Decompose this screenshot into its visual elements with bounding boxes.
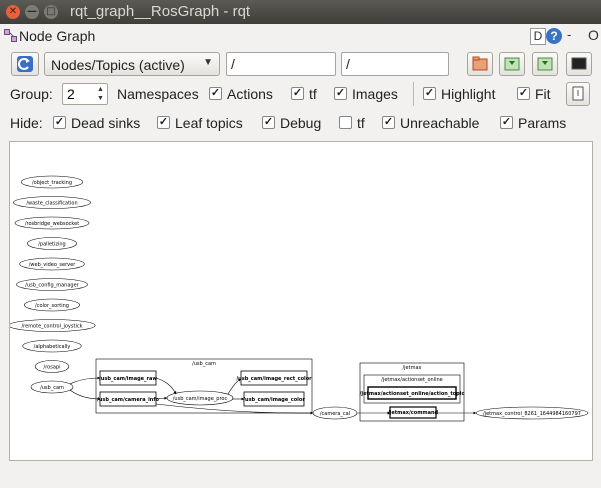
topic-filter-input[interactable]: / bbox=[341, 52, 449, 76]
plugin-title: Node Graph bbox=[19, 28, 96, 44]
topic-action-topic-label: /jetmax/actionset_online/action_topic bbox=[360, 391, 465, 397]
fit-checkbox[interactable]: ✓ bbox=[517, 87, 530, 100]
isolated-node-label: /rosbridge_websocket bbox=[25, 221, 79, 227]
tf-hide-checkbox[interactable] bbox=[339, 116, 352, 129]
jetmax-cluster-label: /jetmax bbox=[402, 365, 421, 371]
save-svg-button[interactable] bbox=[532, 52, 558, 76]
isolated-node-label: /usb_config_manager bbox=[25, 282, 79, 288]
unreachable-checkbox[interactable]: ✓ bbox=[382, 116, 395, 129]
topic-image-color-label: /usb_cam/image_color bbox=[243, 397, 305, 403]
minimize-icon[interactable]: — bbox=[25, 5, 39, 19]
isolated-node-label: /rosapi bbox=[44, 364, 61, 370]
save-icon bbox=[504, 57, 520, 71]
maximize-icon[interactable]: □ bbox=[44, 5, 58, 19]
close-plugin-button[interactable]: O bbox=[588, 27, 599, 43]
params-checkbox[interactable]: ✓ bbox=[500, 116, 513, 129]
isolated-node-label: /color_sorting bbox=[35, 303, 69, 309]
fit-view-icon bbox=[572, 86, 584, 101]
monitor-icon bbox=[571, 57, 587, 70]
actions-label: Actions bbox=[227, 86, 273, 102]
screenshot-button[interactable] bbox=[566, 52, 592, 76]
debug-label: Debug bbox=[280, 115, 322, 131]
usb-cam-cluster-label: /usb_cam bbox=[192, 361, 216, 367]
window-titlebar: ✕ — □ rqt_graph__RosGraph - rqt bbox=[0, 0, 601, 24]
namespaces-label: Namespaces bbox=[117, 86, 199, 102]
node-graph-icon bbox=[4, 29, 17, 42]
node-image-proc-label: /usb_cam/image_proc bbox=[173, 396, 228, 402]
minimize-plugin-button[interactable]: - bbox=[567, 27, 571, 42]
tf-hide-label: tf bbox=[357, 115, 365, 131]
folder-icon bbox=[472, 56, 488, 71]
refresh-icon bbox=[17, 56, 33, 72]
jetmax-actionset-cluster-label: /jetmax/actionset_online bbox=[381, 377, 442, 383]
isolated-node-label: /object_tracking bbox=[32, 180, 72, 186]
window-title: rqt_graph__RosGraph - rqt bbox=[70, 3, 251, 20]
fit-label: Fit bbox=[535, 86, 551, 102]
leaf-topics-label: Leaf topics bbox=[175, 115, 243, 131]
plugin-header: Node Graph D ? - O bbox=[0, 26, 601, 48]
dock-button[interactable]: D bbox=[530, 28, 546, 45]
images-label: Images bbox=[352, 86, 398, 102]
help-icon[interactable]: ? bbox=[546, 28, 562, 44]
topic-jetmax-command-label: /jetmax/command bbox=[388, 410, 439, 416]
save-dot-button[interactable] bbox=[499, 52, 525, 76]
chevron-down-icon: ▼ bbox=[203, 57, 213, 68]
node-filter-input[interactable]: / bbox=[226, 52, 336, 76]
highlight-checkbox[interactable]: ✓ bbox=[423, 87, 436, 100]
dead-sinks-checkbox[interactable]: ✓ bbox=[53, 116, 66, 129]
isolated-node-label: /waste_classification bbox=[26, 200, 77, 206]
debug-checkbox[interactable]: ✓ bbox=[262, 116, 275, 129]
tf-group-checkbox[interactable]: ✓ bbox=[291, 87, 304, 100]
group-value: 2 bbox=[67, 86, 75, 102]
node-camera-cal-label: /camera_cal bbox=[320, 411, 350, 417]
isolated-nodes: /object_tracking/waste_classification/ro… bbox=[10, 175, 96, 373]
dead-sinks-label: Dead sinks bbox=[71, 115, 141, 131]
spin-arrows-icon[interactable]: ▲ ▼ bbox=[95, 85, 106, 103]
topic-camera-info-label: /usb_cam/camera_info bbox=[97, 397, 160, 403]
usb-cam-node-label: /usb_cam bbox=[40, 385, 64, 391]
topic-image-rect-color-label: /usb_cam/image_rect_color bbox=[236, 376, 312, 382]
images-checkbox[interactable]: ✓ bbox=[334, 87, 347, 100]
isolated-node-label: /web_video_server bbox=[29, 262, 76, 268]
unreachable-label: Unreachable bbox=[400, 115, 480, 131]
fit-in-view-button[interactable] bbox=[566, 82, 590, 106]
close-icon[interactable]: ✕ bbox=[6, 5, 20, 19]
graph-mode-value: Nodes/Topics (active) bbox=[51, 57, 185, 73]
isolated-node-label: /palletizing bbox=[38, 241, 65, 247]
graph-mode-select[interactable]: Nodes/Topics (active) ▼ bbox=[44, 52, 220, 76]
group-spinbox[interactable]: 2 ▲ ▼ bbox=[62, 83, 108, 105]
tf-group-label: tf bbox=[309, 86, 317, 102]
node-jetmax-control-label: /jetmax_control_8261_1644984160797 bbox=[483, 411, 581, 417]
refresh-button[interactable] bbox=[11, 52, 39, 76]
group-label: Group: bbox=[10, 86, 53, 102]
leaf-topics-checkbox[interactable]: ✓ bbox=[157, 116, 170, 129]
isolated-node-label: /remote_control_joystick bbox=[21, 323, 82, 329]
hide-label: Hide: bbox=[10, 115, 43, 131]
highlight-label: Highlight bbox=[441, 86, 496, 102]
params-label: Params bbox=[518, 115, 567, 131]
graph-canvas[interactable]: /object_tracking/waste_classification/ro… bbox=[9, 141, 593, 461]
ros-graph[interactable]: /object_tracking/waste_classification/ro… bbox=[10, 142, 592, 460]
topic-image-raw-label: /usb_cam/image_raw bbox=[99, 376, 157, 382]
load-dot-button[interactable] bbox=[467, 52, 493, 76]
toolbar-separator bbox=[413, 82, 414, 106]
actions-checkbox[interactable]: ✓ bbox=[209, 87, 222, 100]
isolated-node-label: /alphabetically bbox=[34, 344, 71, 350]
save-image-icon bbox=[537, 57, 553, 71]
